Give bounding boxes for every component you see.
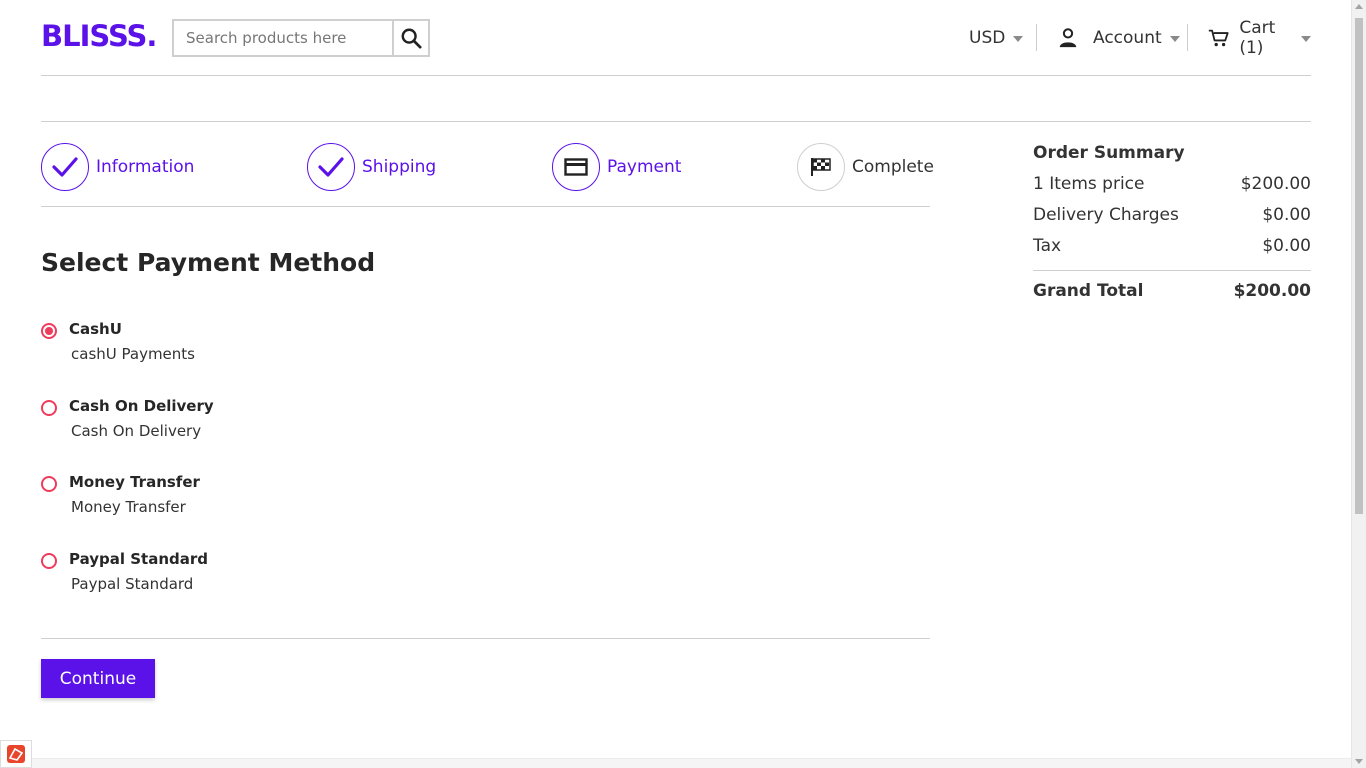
payment-option-cash-on-delivery[interactable]: Cash On Delivery Cash On Delivery (41, 397, 641, 447)
summary-divider (1033, 270, 1311, 271)
cart-icon (1208, 29, 1229, 47)
continue-button[interactable]: Continue (41, 659, 155, 698)
scroll-down-arrow-icon[interactable] (1355, 759, 1363, 764)
summary-row: Tax $0.00 (1033, 236, 1311, 267)
check-icon (318, 157, 344, 177)
scroll-up-arrow-icon[interactable] (1355, 4, 1363, 9)
payment-option-description: cashU Payments (71, 345, 195, 363)
cart-menu[interactable]: Cart (1) (1208, 18, 1311, 58)
cart-label: Cart (1) (1239, 18, 1276, 58)
site-header: BLISSS. USD Account Cart (1) (41, 0, 1311, 76)
summary-row-value: $0.00 (1262, 205, 1311, 225)
payment-option-title: CashU (69, 320, 122, 338)
brand-logo[interactable]: BLISSS. (41, 19, 157, 53)
card-icon (564, 158, 588, 176)
summary-row: Delivery Charges $0.00 (1033, 205, 1311, 236)
page-title: Select Payment Method (41, 248, 376, 277)
order-summary-title: Order Summary (1033, 143, 1185, 163)
grand-total-row: Grand Total $200.00 (1033, 281, 1311, 312)
payment-option-title: Money Transfer (69, 473, 200, 491)
order-summary: Order Summary 1 Items price $200.00 Deli… (1033, 143, 1311, 312)
chevron-down-icon (1169, 36, 1180, 42)
steps-divider (41, 206, 930, 207)
step-label: Information (96, 157, 195, 177)
step-circle (41, 143, 89, 191)
scrollbar-thumb[interactable] (1355, 18, 1363, 514)
step-circle (552, 143, 600, 191)
top-divider (41, 121, 1311, 122)
header-divider (1036, 24, 1037, 51)
step-information[interactable]: Information (41, 143, 194, 191)
payment-option-money-transfer[interactable]: Money Transfer Money Transfer (41, 473, 641, 523)
step-label: Shipping (362, 157, 437, 177)
checkered-flag-icon (811, 158, 831, 176)
radio-button[interactable] (41, 400, 57, 416)
currency-selector[interactable]: USD (969, 25, 1024, 51)
payment-option-title: Cash On Delivery (69, 397, 214, 415)
payment-option-description: Cash On Delivery (71, 422, 202, 440)
account-label: Account (1093, 28, 1162, 48)
step-circle (307, 143, 355, 191)
check-icon (52, 157, 78, 177)
grand-total-value: $200.00 (1233, 281, 1311, 301)
chat-widget-button[interactable] (0, 740, 32, 768)
summary-row: 1 Items price $200.00 (1033, 174, 1311, 205)
chevron-down-icon (1301, 36, 1311, 42)
step-payment[interactable]: Payment (552, 143, 681, 191)
page-footer-edge (0, 758, 1351, 768)
radio-button[interactable] (41, 476, 57, 492)
payment-option-description: Money Transfer (71, 498, 186, 516)
payment-option-paypal-standard[interactable]: Paypal Standard Paypal Standard (41, 550, 641, 600)
radio-button[interactable] (41, 323, 57, 339)
grand-total-label: Grand Total (1033, 281, 1144, 301)
step-circle (797, 143, 845, 191)
payment-option-title: Paypal Standard (69, 550, 209, 568)
payment-option-description: Paypal Standard (71, 575, 194, 593)
chevron-down-icon (1013, 36, 1024, 42)
header-divider (1187, 24, 1188, 51)
step-complete[interactable]: Complete (797, 143, 934, 191)
summary-row-value: $200.00 (1240, 174, 1311, 194)
search-button[interactable] (392, 19, 430, 57)
widget-icon (7, 745, 25, 763)
payment-option-cashu[interactable]: CashU cashU Payments (41, 320, 641, 370)
currency-label: USD (969, 28, 1006, 48)
vertical-scrollbar[interactable] (1351, 0, 1366, 768)
summary-row-label: Delivery Charges (1033, 205, 1179, 225)
payment-divider (41, 638, 930, 639)
summary-row-label: 1 Items price (1033, 174, 1145, 194)
account-menu[interactable]: Account (1057, 25, 1180, 51)
search-icon (401, 28, 422, 49)
radio-button[interactable] (41, 553, 57, 569)
summary-row-label: Tax (1033, 236, 1062, 256)
step-shipping[interactable]: Shipping (307, 143, 436, 191)
summary-row-value: $0.00 (1262, 236, 1311, 256)
step-label: Complete (852, 157, 934, 177)
user-icon (1059, 28, 1077, 48)
step-label: Payment (607, 157, 682, 177)
